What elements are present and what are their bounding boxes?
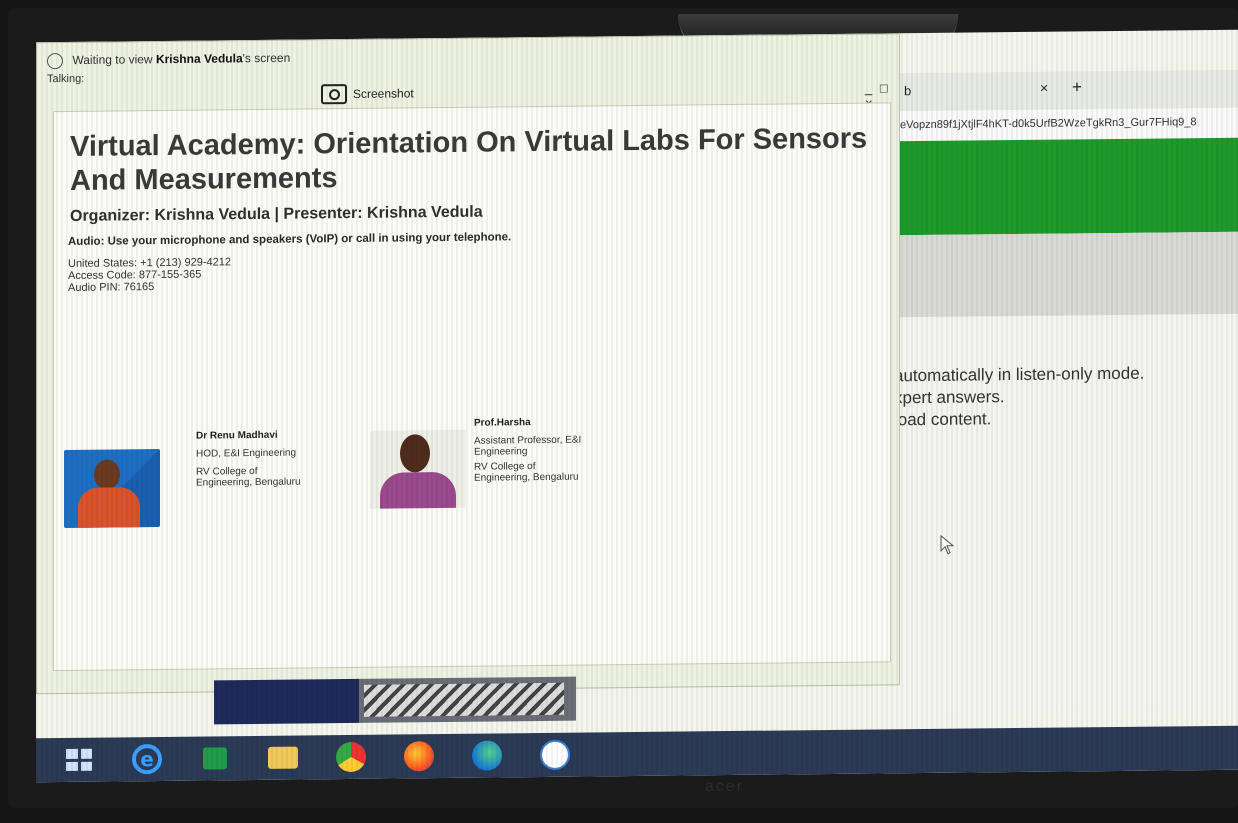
instruction-line: load content. <box>894 409 992 430</box>
address-url: eVopzn89f1jXtjlF4hKT-d0k5UrfB2WzeTgkRn3_… <box>900 116 1197 132</box>
webinar-viewer-window: Waiting to view Krishna Vedula's screen … <box>36 33 900 695</box>
browser-tab[interactable]: b × + <box>894 69 1238 112</box>
slide-audio-info: Audio: Use your microphone and speakers … <box>68 231 512 248</box>
chrome-icon[interactable] <box>328 738 374 776</box>
presenter-photo <box>64 448 160 529</box>
slide-banner-image <box>214 676 576 725</box>
tab-close-icon[interactable]: × <box>1040 80 1048 96</box>
presenter-org: RV College of <box>474 461 536 473</box>
file-explorer-icon[interactable] <box>260 738 306 776</box>
phone-line: Audio PIN: 76165 <box>68 281 155 294</box>
tab-title: b <box>904 83 912 99</box>
address-bar[interactable]: eVopzn89f1jXtjlF4hKT-d0k5UrfB2WzeTgkRn3_… <box>894 107 1238 142</box>
presenter-name: Prof.Harsha <box>474 417 531 429</box>
presenter-org: Engineering, Bengaluru <box>196 476 301 489</box>
presentation-slide: Virtual Academy: Orientation On Virtual … <box>53 102 891 672</box>
presenter-title: HOD, E&I Engineering <box>196 447 297 460</box>
gotowebinar-icon <box>47 53 63 70</box>
screen: b × + eVopzn89f1jXtjlF4hKT-d0k5UrfB2WzeT… <box>36 29 1238 783</box>
status-name: Krishna Vedula <box>155 51 243 67</box>
slide-organizer: Organizer: Krishna Vedula | Presenter: K… <box>70 203 483 225</box>
windows-start-icon[interactable] <box>56 741 102 779</box>
presenter-org: RV College of <box>196 465 258 478</box>
slide-phone-info: United States: +1 (213) 929-4212 Access … <box>68 256 231 294</box>
presenter-photo <box>370 429 466 509</box>
page-subheader-band <box>894 231 1238 318</box>
presenter-name: Dr Renu Madhavi <box>196 429 278 442</box>
talking-label: Talking: <box>47 72 85 86</box>
page-instructions: automatically in listen-only mode. xpert… <box>894 362 1238 432</box>
presenter-org: Engineering, Bengaluru <box>474 471 579 484</box>
internet-explorer-icon[interactable]: e <box>124 740 170 778</box>
mouse-cursor-icon <box>940 534 954 555</box>
status-suffix: 's screen <box>242 50 291 66</box>
presenter-title: Engineering <box>474 446 528 458</box>
new-tab-icon[interactable]: + <box>1072 77 1082 97</box>
edge-icon[interactable] <box>464 736 510 774</box>
slide-title: Virtual Academy: Orientation On Virtual … <box>70 122 868 197</box>
page-header-bar <box>894 137 1238 236</box>
camera-icon <box>321 84 347 105</box>
phone-line: United States: +1 (213) 929-4212 <box>68 256 231 270</box>
monitor-brand: acer <box>705 778 745 795</box>
browser-window: b × + eVopzn89f1jXtjlF4hKT-d0k5UrfB2WzeT… <box>894 69 1238 714</box>
viewer-status: Waiting to view Krishna Vedula's screen <box>47 51 290 70</box>
store-icon[interactable] <box>192 739 238 777</box>
gotowebinar-icon[interactable] <box>532 736 578 774</box>
status-prefix: Waiting to view <box>72 52 156 68</box>
screenshot-button[interactable]: Screenshot <box>321 83 414 105</box>
firefox-icon[interactable] <box>396 737 442 775</box>
screenshot-label: Screenshot <box>353 86 414 101</box>
presenter-title: Assistant Professor, E&I <box>474 434 582 447</box>
